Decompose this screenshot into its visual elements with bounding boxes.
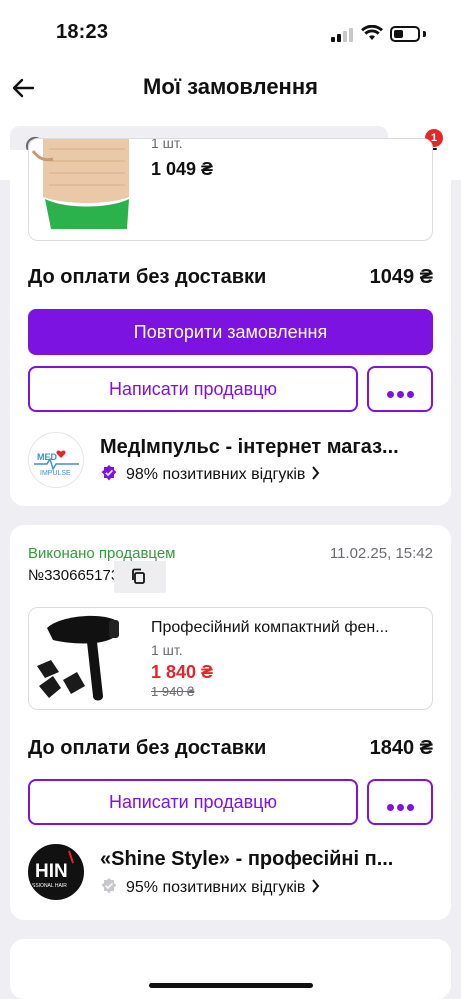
seller-logo-image: HIN SSIONAL HAIR	[29, 845, 83, 899]
seller-name[interactable]: МедІмпульс - інтернет магаз...	[100, 436, 399, 459]
wifi-icon	[361, 25, 383, 40]
product-name: Професійний компактний фен...	[151, 619, 389, 636]
repeat-order-button[interactable]: Повторити замовлення	[28, 309, 433, 355]
order-date: 11.02.25, 15:42	[329, 545, 433, 562]
total-label: До оплати без доставки	[28, 266, 267, 288]
more-dots-icon	[387, 385, 417, 403]
order-card: Виконано продавцем 11.02.25, 15:42 №3306…	[10, 525, 451, 920]
rating-text: 98% позитивних відгуків	[126, 466, 306, 483]
svg-text:HIN: HIN	[35, 861, 68, 882]
total-value: 1840 ₴	[369, 737, 433, 759]
battery-icon	[390, 26, 420, 42]
contact-seller-button[interactable]: Написати продавцю	[28, 779, 358, 825]
seller-logo-image: MED IMPULSE	[34, 450, 79, 477]
contact-seller-button[interactable]: Написати продавцю	[28, 366, 358, 412]
svg-text:MED: MED	[37, 452, 58, 462]
total-label: До оплати без доставки	[28, 737, 267, 759]
order-card: 1 шт. 1 049 ₴ До оплати без доставки 104…	[10, 138, 451, 506]
product-price: 1 840 ₴	[151, 662, 214, 682]
cellular-signal-icon	[331, 28, 355, 42]
product-item[interactable]: Професійний компактний фен... 1 шт. 1 84…	[28, 607, 433, 710]
svg-text:IMPULSE: IMPULSE	[40, 470, 71, 477]
seller-logo[interactable]: MED IMPULSE	[28, 432, 84, 488]
status-bar: 18:23	[0, 0, 461, 64]
chevron-right-icon	[312, 879, 320, 893]
page-title: Мої замовлення	[143, 74, 318, 99]
product-qty: 1 шт.	[151, 642, 183, 658]
seller-name[interactable]: «Shine Style» - професійні п...	[100, 848, 393, 871]
order-status: Виконано продавцем	[28, 545, 176, 562]
product-item[interactable]: 1 шт. 1 049 ₴	[28, 138, 433, 241]
seller-rating[interactable]: 95% позитивних відгуків	[100, 877, 320, 897]
rating-text: 95% позитивних відгуків	[126, 879, 306, 896]
product-price: 1 049 ₴	[151, 159, 214, 179]
svg-text:SSIONAL HAIR: SSIONAL HAIR	[32, 883, 67, 889]
product-qty: 1 шт.	[151, 138, 183, 151]
order-number: №330665173	[28, 567, 120, 584]
copy-order-number-button[interactable]	[114, 561, 166, 593]
chevron-right-icon	[312, 466, 320, 480]
rating-badge-icon	[101, 465, 117, 481]
order-card	[10, 939, 451, 999]
more-options-button[interactable]	[367, 779, 433, 825]
more-options-button[interactable]	[367, 366, 433, 412]
seller-logo[interactable]: HIN SSIONAL HAIR	[28, 844, 84, 900]
battery-tip	[423, 31, 426, 37]
total-value: 1049 ₴	[369, 266, 433, 288]
status-time: 18:23	[56, 21, 109, 43]
seller-rating[interactable]: 98% позитивних відгуків	[100, 464, 320, 484]
rating-badge-icon	[101, 878, 117, 894]
home-indicator	[149, 983, 313, 988]
more-dots-icon	[387, 798, 417, 816]
copy-icon	[132, 568, 145, 584]
product-image	[29, 608, 147, 709]
product-old-price: 1 940 ₴	[151, 684, 195, 699]
product-image	[29, 139, 147, 240]
